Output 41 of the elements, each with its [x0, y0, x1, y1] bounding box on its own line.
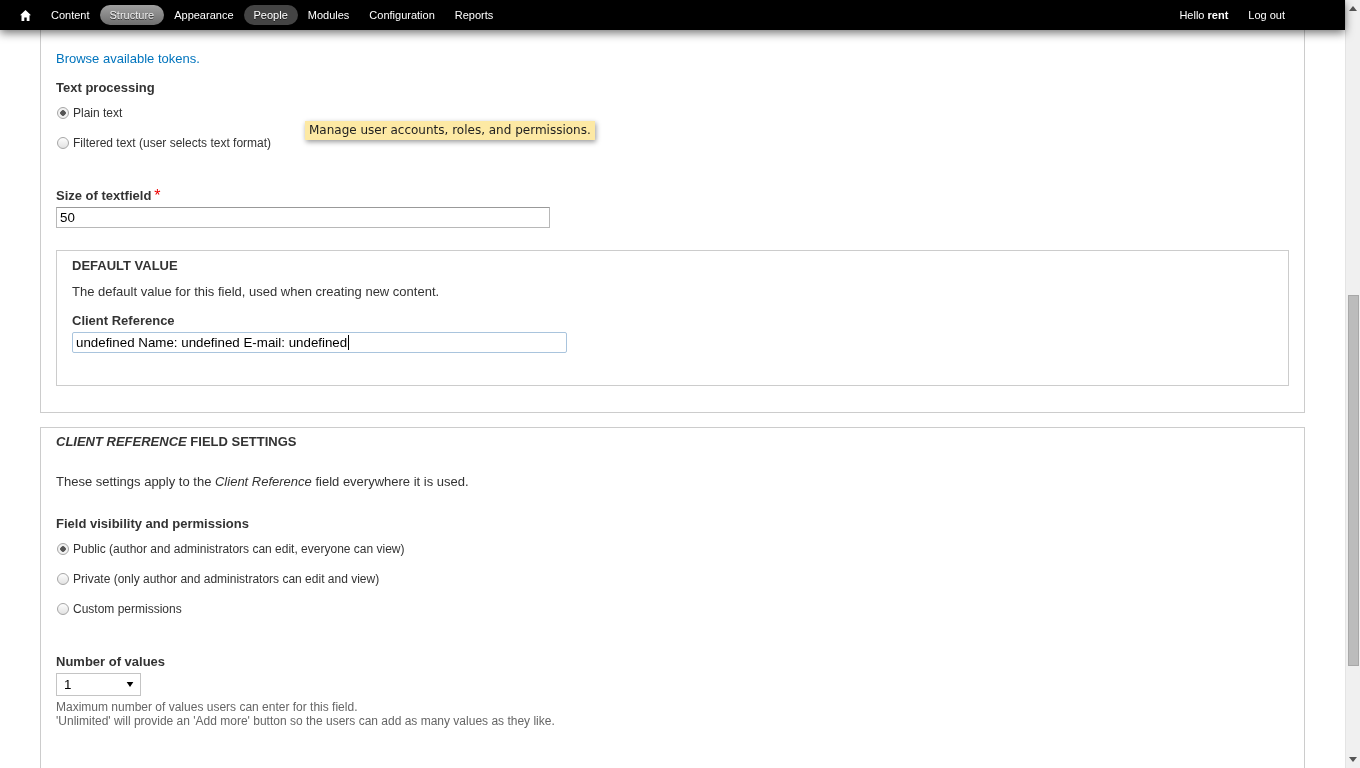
radio-label[interactable]: Filtered text (user selects text format)	[73, 134, 272, 152]
scrollbar-thumb[interactable]	[1347, 295, 1359, 666]
field-label: Number of values	[56, 653, 166, 671]
radio-label[interactable]: Private (only author and administrators can edit and view)	[73, 570, 380, 588]
scrollbar[interactable]	[1345, 0, 1360, 768]
toolbar-menu-item[interactable]: Appearance	[164, 5, 244, 25]
field-label: Field visibility and permissions	[56, 515, 249, 533]
field-label: Text processing	[56, 79, 155, 97]
field-description: 'Unlimited' will provide an 'Add more' button so the users can add as many values as they like.	[56, 714, 555, 728]
panel-legend: DEFAULT VALUE	[72, 257, 178, 275]
panel-description: The default value for this field, used when creating new content.	[72, 283, 440, 301]
toolbar-menu-item[interactable]: Configuration	[359, 5, 445, 25]
field-label: Client Reference	[72, 312, 175, 330]
toolbar-menu-item[interactable]: People	[243, 5, 298, 25]
values-select[interactable]: 1	[56, 673, 141, 696]
toolbar-menu-item[interactable]: Reports	[444, 5, 504, 25]
radio-button[interactable]	[57, 137, 69, 149]
field-label: Size of textfield	[56, 187, 152, 205]
scroll-up-icon[interactable]	[1349, 6, 1357, 11]
tokens-link[interactable]: Browse available tokens.	[56, 50, 200, 68]
radio-button[interactable]	[57, 603, 69, 615]
radio-button[interactable]	[57, 573, 69, 585]
scroll-down-icon[interactable]	[1349, 757, 1357, 762]
radio-button[interactable]	[57, 107, 69, 119]
required-mark: *	[154, 187, 161, 205]
toolbar-menu-item[interactable]: Content	[41, 5, 100, 25]
caret-icon	[126, 682, 134, 687]
radio-label[interactable]: Custom permissions	[73, 600, 182, 618]
logout-link[interactable]: Log out	[1238, 9, 1295, 21]
radio-label[interactable]: Plain text	[73, 104, 123, 122]
user-greeting-link[interactable]: Hello rent	[1169, 9, 1239, 21]
field-description: Maximum number of values users can enter for this field.	[56, 700, 358, 714]
text-input[interactable]: undefined Name: undefined E-mail: undefined	[72, 332, 567, 353]
panel-legend: CLIENT REFERENCE FIELD SETTINGS	[56, 433, 297, 451]
radio-label[interactable]: Public (author and administrators can edit, everyone can view)	[73, 540, 405, 558]
panel-description: These settings apply to the Client Reference field everywhere it is used.	[56, 473, 469, 491]
toolbar-menu-item[interactable]: Modules	[297, 5, 360, 25]
home-icon	[20, 9, 31, 21]
text-input[interactable]: 50	[56, 207, 550, 228]
tooltip: Manage user accounts, roles, and permissions.	[305, 121, 595, 140]
radio-button[interactable]	[57, 543, 69, 555]
